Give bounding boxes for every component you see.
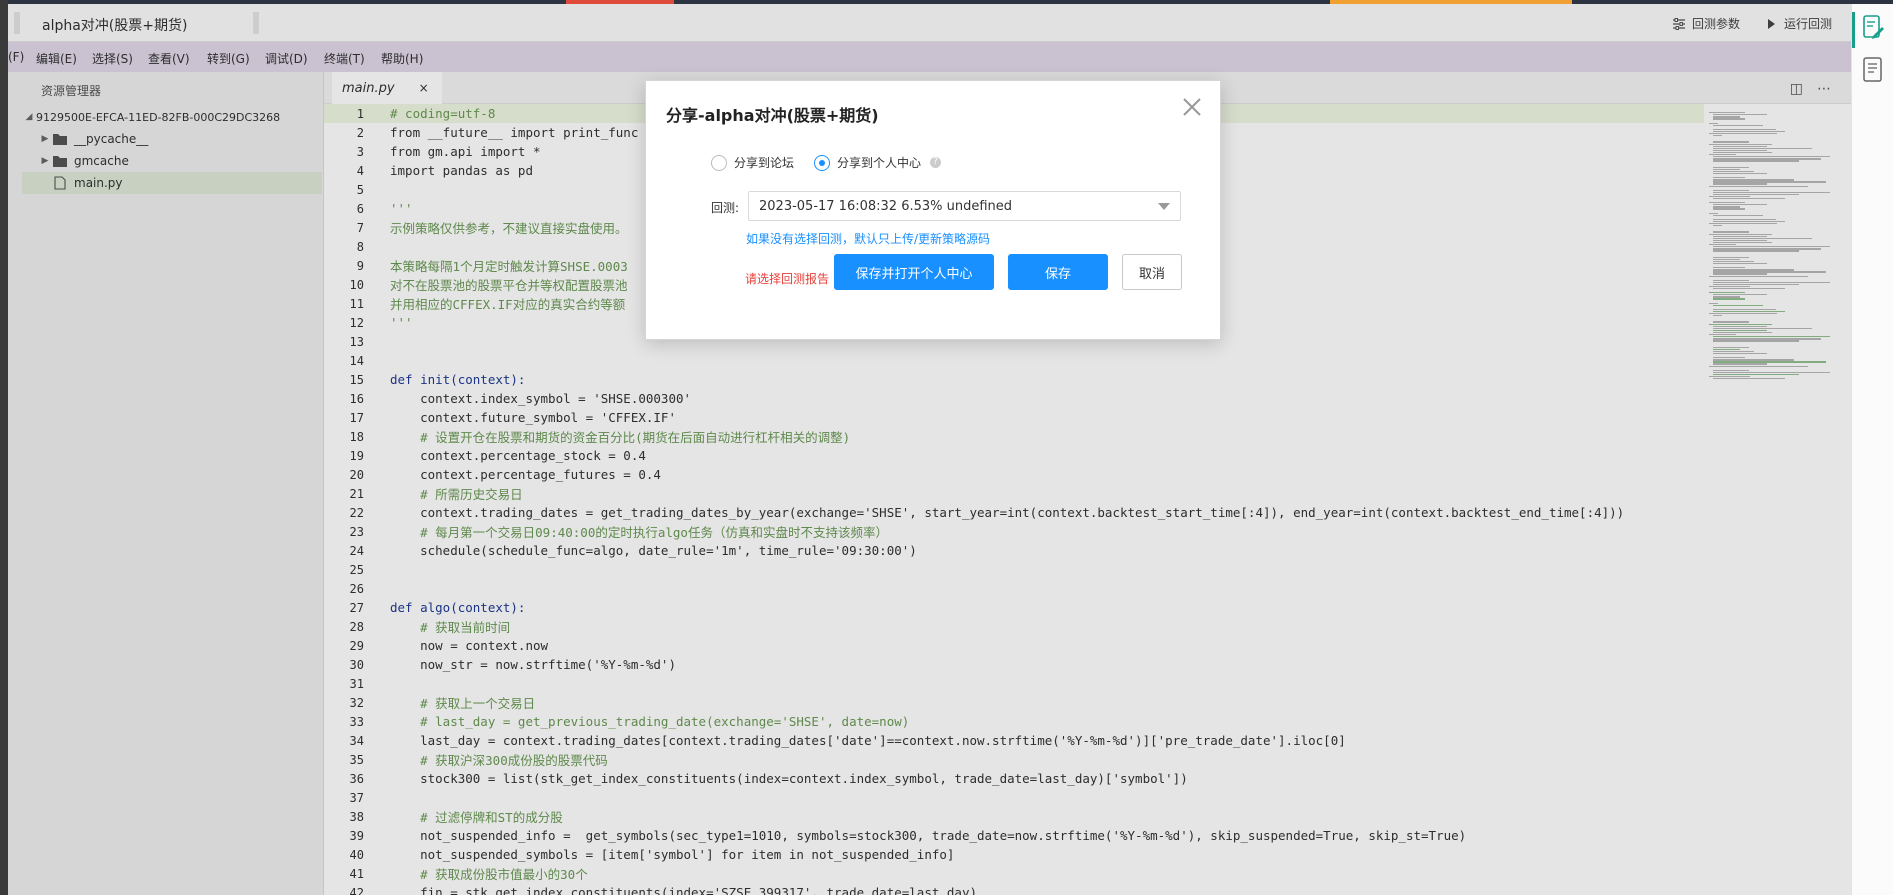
help-icon[interactable]: ? [930,157,942,168]
right-activity-bar [1851,4,1893,895]
edit-document-icon[interactable] [1861,14,1885,42]
save-and-open-button[interactable]: 保存并打开个人中心 [834,254,994,290]
left-edge [0,0,8,895]
dialog-title: 分享-alpha对冲(股票+期货) [666,106,879,125]
radio-circle-checked [814,154,830,171]
notes-icon[interactable] [1861,56,1885,84]
backtest-selected-value: 2023-05-17 16:08:32 6.53% undefined [759,198,1013,214]
radio-share-forum[interactable]: 分享到论坛 [711,154,794,171]
backtest-hint: 如果没有选择回测，默认只上传/更新策略源码 [746,232,991,246]
backtest-label: 回测: [711,201,740,215]
radio-circle [711,154,727,171]
backtest-select[interactable]: 2023-05-17 16:08:32 6.53% undefined [748,191,1181,221]
radio-share-personal[interactable]: 分享到个人中心 ? [814,154,942,171]
radio-personal-label: 分享到个人中心 [837,156,922,170]
active-indicator [1852,12,1855,48]
share-dialog: 分享-alpha对冲(股票+期货) 分享到论坛 分享到个人中心 ? 回测: 20… [645,80,1221,340]
radio-forum-label: 分享到论坛 [734,156,795,170]
close-icon[interactable] [1180,95,1204,119]
cancel-button[interactable]: 取消 [1122,254,1182,290]
chevron-down-icon [1158,203,1170,210]
error-message: 请选择回测报告 [745,272,830,286]
save-button[interactable]: 保存 [1008,254,1108,290]
